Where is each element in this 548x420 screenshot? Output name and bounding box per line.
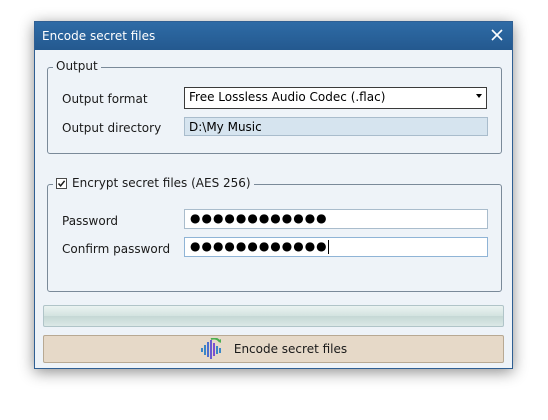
- audio-waveform-icon: [200, 338, 221, 359]
- checkmark-icon: [57, 179, 66, 187]
- progress-bar: [43, 305, 504, 327]
- encrypt-checkbox[interactable]: [56, 177, 67, 189]
- output-format-select[interactable]: Free Lossless Audio Codec (.flac): [184, 87, 487, 109]
- encrypt-checkbox-label: Encrypt secret files (AES 256): [72, 176, 251, 190]
- password-field[interactable]: ●●●●●●●●●●●●: [184, 209, 488, 229]
- title-bar: Encode secret files: [35, 22, 512, 50]
- output-directory-field[interactable]: D:\My Music: [184, 117, 488, 136]
- output-group: Output Output format Free Lossless Audio…: [47, 59, 502, 154]
- close-icon: [491, 29, 503, 41]
- output-directory-value: D:\My Music: [189, 120, 262, 134]
- output-format-label: Output format: [62, 92, 148, 106]
- password-value: ●●●●●●●●●●●●: [190, 211, 328, 225]
- password-label: Password: [62, 214, 119, 228]
- output-format-value: Free Lossless Audio Codec (.flac): [189, 90, 386, 104]
- encode-button[interactable]: Encode secret files: [43, 335, 504, 363]
- encrypt-group: Encrypt secret files (AES 256) Password …: [47, 176, 502, 292]
- close-button[interactable]: [488, 26, 506, 44]
- chevron-down-icon: [476, 94, 482, 98]
- window-title: Encode secret files: [42, 29, 156, 43]
- encode-dialog: Encode secret files Output Output format…: [34, 21, 513, 369]
- confirm-password-label: Confirm password: [62, 242, 171, 256]
- output-directory-label: Output directory: [62, 121, 162, 135]
- encode-button-label: Encode secret files: [233, 342, 348, 356]
- text-caret: [327, 239, 329, 254]
- confirm-password-field[interactable]: ●●●●●●●●●●●●: [184, 237, 488, 257]
- encrypt-checkbox-row[interactable]: Encrypt secret files (AES 256): [53, 176, 254, 190]
- confirm-password-value: ●●●●●●●●●●●●: [190, 239, 328, 253]
- output-group-legend: Output: [53, 59, 101, 73]
